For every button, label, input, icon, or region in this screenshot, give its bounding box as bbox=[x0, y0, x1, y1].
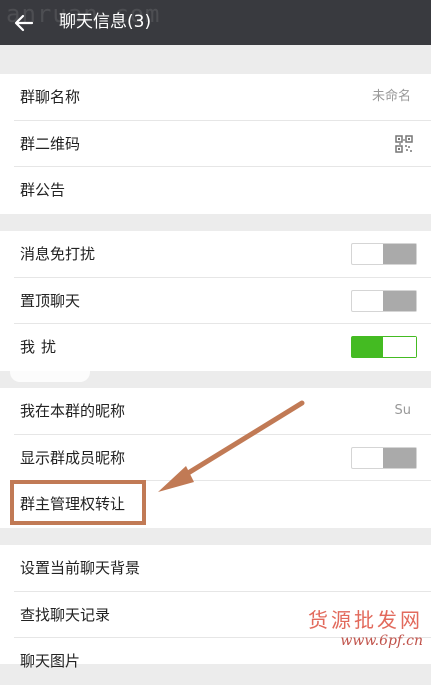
show-nickname-label: 显示群成员昵称 bbox=[20, 448, 126, 467]
member-settings-section: 我在本群的昵称 Su 显示群成员昵称 群主管理权转让 bbox=[0, 388, 431, 528]
chat-images-label: 聊天图片 bbox=[20, 652, 81, 670]
group-notice-row[interactable]: 群公告 bbox=[14, 167, 431, 214]
pin-toggle[interactable] bbox=[351, 289, 417, 312]
show-nickname-toggle[interactable] bbox=[351, 446, 417, 469]
transfer-owner-label: 群主管理权转让 bbox=[20, 495, 126, 513]
pin-label: 置顶聊天 bbox=[20, 291, 81, 310]
mute-row[interactable]: 消息免打扰 bbox=[14, 231, 431, 278]
mute-label: 消息免打扰 bbox=[20, 245, 96, 263]
chat-settings-section: 消息免打扰 置顶聊天 我扰 bbox=[0, 231, 431, 371]
chat-background-label: 设置当前聊天背景 bbox=[20, 559, 141, 577]
group-name-label: 群聊名称 bbox=[20, 88, 81, 106]
smudge-overlay bbox=[10, 360, 90, 382]
title-bar: anruan.com 聊天信息(3) bbox=[0, 0, 431, 45]
group-name-row[interactable]: 群聊名称 未命名 bbox=[14, 74, 431, 121]
third-setting-toggle[interactable] bbox=[351, 336, 417, 358]
group-qrcode-row[interactable]: 群二维码 bbox=[14, 121, 431, 167]
back-arrow-icon[interactable] bbox=[12, 11, 36, 35]
group-name-value: 未命名 bbox=[371, 89, 411, 104]
show-nickname-row[interactable]: 显示群成员昵称 bbox=[14, 435, 431, 481]
qrcode-icon bbox=[395, 134, 413, 153]
my-nickname-label: 我在本群的昵称 bbox=[20, 402, 126, 420]
my-nickname-value: Su bbox=[394, 403, 412, 418]
my-nickname-row[interactable]: 我在本群的昵称 Su bbox=[14, 388, 431, 435]
chat-background-row[interactable]: 设置当前聊天背景 bbox=[14, 545, 431, 592]
transfer-owner-row[interactable]: 群主管理权转让 bbox=[14, 481, 431, 528]
mute-toggle[interactable] bbox=[351, 243, 417, 265]
watermark-bottom: 货源批发网 www.6pf.cn bbox=[308, 608, 423, 649]
group-notice-label: 群公告 bbox=[20, 181, 66, 199]
group-info-section: 群聊名称 未命名 群二维码 群公告 bbox=[0, 74, 431, 214]
pin-row[interactable]: 置顶聊天 bbox=[14, 278, 431, 324]
search-history-label: 查找聊天记录 bbox=[20, 605, 111, 624]
group-qrcode-label: 群二维码 bbox=[20, 134, 81, 153]
page-title: 聊天信息(3) bbox=[59, 12, 152, 32]
